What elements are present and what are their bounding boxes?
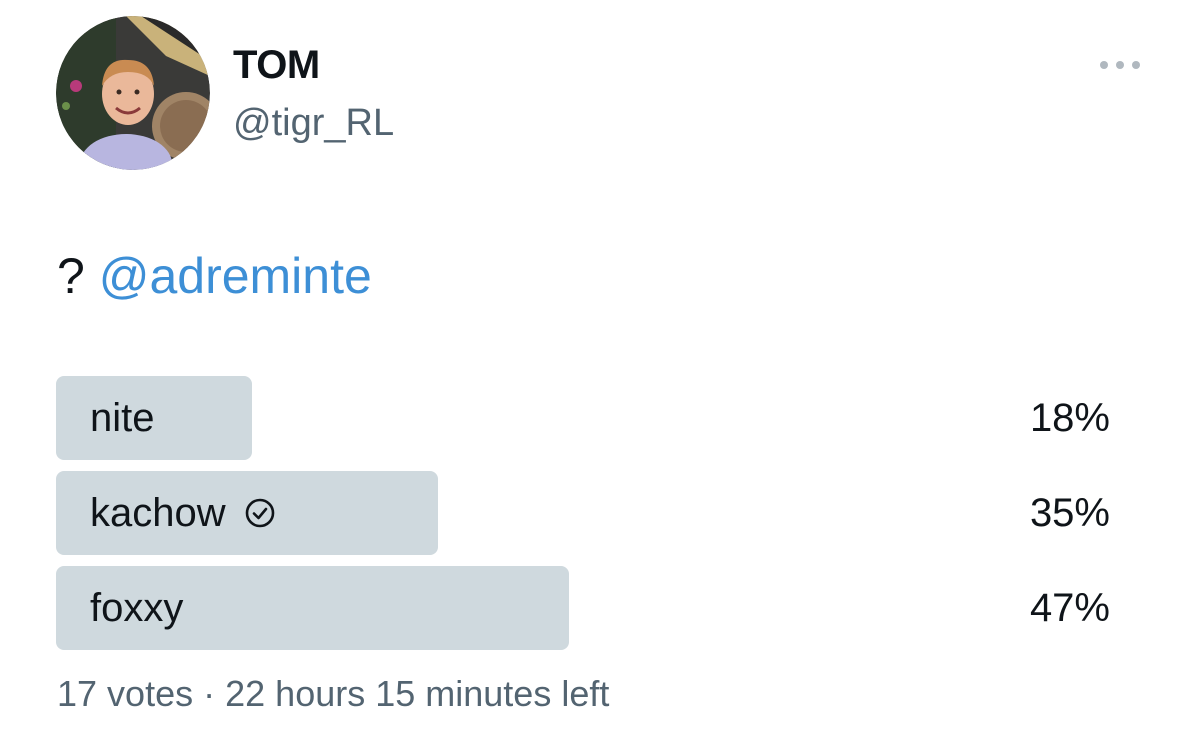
poll-option-label: foxxy <box>90 586 184 630</box>
poll-option-label: kachow <box>90 471 276 555</box>
avatar[interactable] <box>56 16 210 170</box>
author-handle[interactable]: @tigr_RL <box>233 100 394 146</box>
poll-time-left: 22 hours 15 minutes left <box>225 673 610 714</box>
poll-option: foxxy 47% <box>56 566 1116 650</box>
poll-footer: 17 votes · 22 hours 15 minutes left <box>57 670 609 718</box>
tweet-text-prefix: ? <box>57 248 99 304</box>
more-options-button[interactable] <box>1096 52 1144 78</box>
check-circle-icon <box>245 498 274 528</box>
poll-option-percent: 47% <box>1029 586 1110 630</box>
mention-link[interactable]: @adreminte <box>99 248 372 304</box>
avatar-photo <box>56 16 210 170</box>
author-display-name[interactable]: TOM <box>233 42 320 88</box>
poll-option-label: nite <box>90 396 155 440</box>
poll-option-percent: 18% <box>1029 396 1110 440</box>
tweet-text: ? @adreminte <box>57 246 372 306</box>
poll-option: nite 18% <box>56 376 1116 460</box>
poll-footer-separator: · <box>203 673 216 714</box>
poll-option-percent: 35% <box>1029 491 1110 535</box>
poll-vote-count: 17 votes <box>57 673 194 714</box>
poll-option: kachow 35% <box>56 471 1116 555</box>
more-horizontal-icon <box>1100 61 1140 69</box>
